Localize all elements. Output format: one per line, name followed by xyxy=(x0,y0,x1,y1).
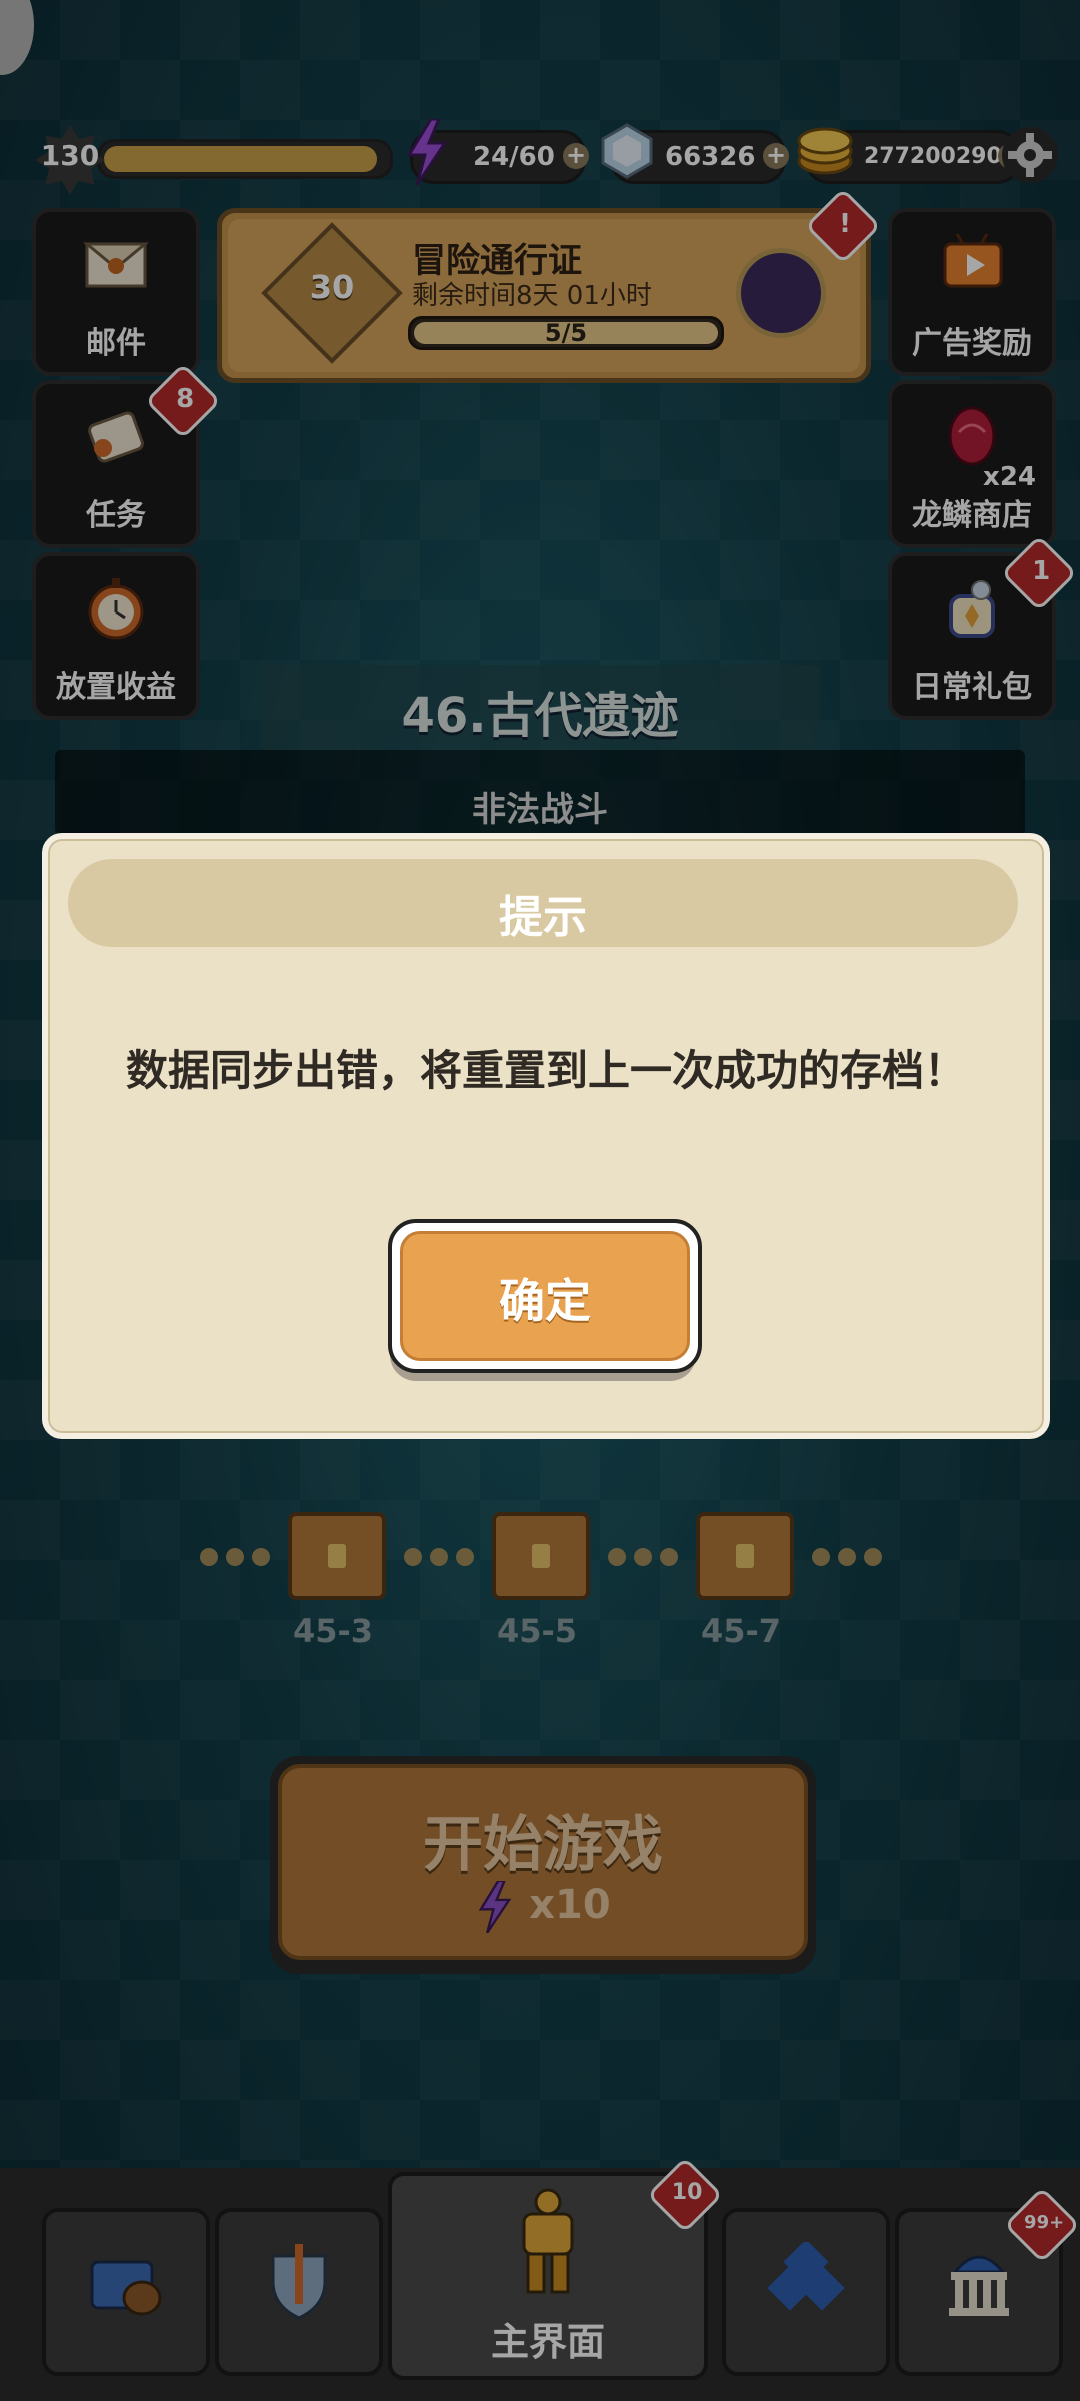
dialog-header: 提示 xyxy=(68,859,1018,947)
confirm-button-label: 确定 xyxy=(499,1274,591,1328)
dialog-message: 数据同步出错，将重置到上一次成功的存档！ xyxy=(125,1046,966,1095)
alert-dialog: 提示 数据同步出错，将重置到上一次成功的存档！ 确定 xyxy=(42,833,1050,1439)
confirm-button[interactable]: 确定 xyxy=(388,1219,702,1373)
dialog-title: 提示 xyxy=(499,892,587,943)
